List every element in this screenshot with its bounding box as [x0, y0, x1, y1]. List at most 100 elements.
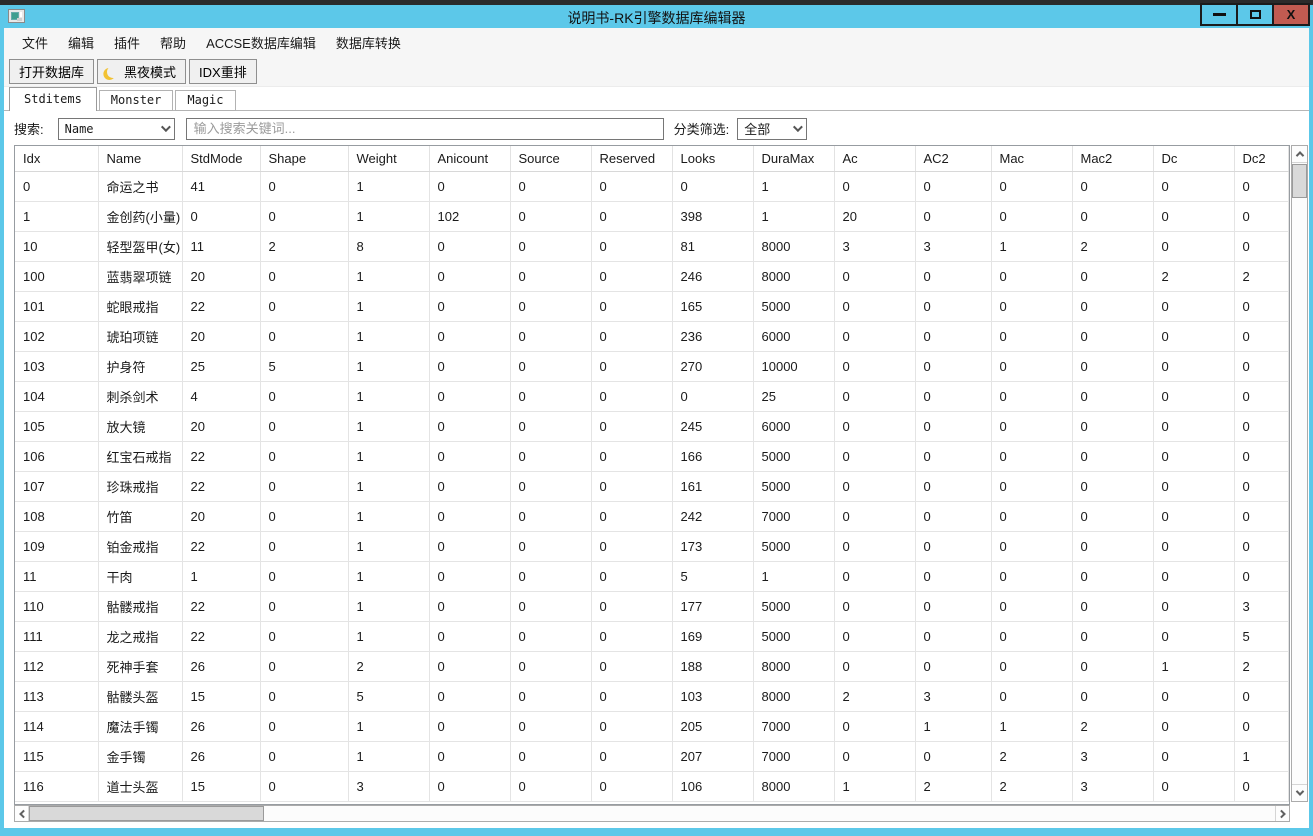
- cell[interactable]: 0: [834, 441, 915, 471]
- cell[interactable]: 0: [429, 771, 510, 801]
- cell[interactable]: 1: [182, 561, 260, 591]
- cell[interactable]: 1: [348, 741, 429, 771]
- cell[interactable]: 0: [1234, 681, 1288, 711]
- cell[interactable]: 0: [591, 591, 672, 621]
- cell[interactable]: 0: [834, 381, 915, 411]
- cell[interactable]: 6000: [753, 321, 834, 351]
- menu-edit[interactable]: 编辑: [58, 28, 104, 57]
- search-field-select[interactable]: Name: [58, 118, 175, 140]
- cell[interactable]: 0: [915, 411, 991, 441]
- cell[interactable]: 0: [510, 531, 591, 561]
- cell[interactable]: 0: [1153, 351, 1234, 381]
- cell[interactable]: 0: [1072, 621, 1153, 651]
- cell[interactable]: 110: [15, 591, 98, 621]
- column-header[interactable]: DuraMax: [753, 146, 834, 171]
- cell[interactable]: 0: [1153, 291, 1234, 321]
- cell[interactable]: 25: [182, 351, 260, 381]
- scroll-down-button[interactable]: [1292, 784, 1307, 801]
- cell[interactable]: 0: [834, 321, 915, 351]
- close-button[interactable]: X: [1272, 3, 1310, 26]
- cell[interactable]: 104: [15, 381, 98, 411]
- cell[interactable]: 8000: [753, 681, 834, 711]
- cell[interactable]: 0: [915, 741, 991, 771]
- cell[interactable]: 0: [182, 201, 260, 231]
- cell[interactable]: 20: [182, 261, 260, 291]
- cell[interactable]: 0: [1153, 621, 1234, 651]
- cell[interactable]: 骷髅戒指: [98, 591, 182, 621]
- cell[interactable]: 0: [15, 171, 98, 201]
- cell[interactable]: 0: [591, 291, 672, 321]
- cell[interactable]: 114: [15, 711, 98, 741]
- table-row[interactable]: 102琥珀项链20010002366000000000: [15, 321, 1288, 351]
- cell[interactable]: 1: [915, 711, 991, 741]
- cell[interactable]: 242: [672, 501, 753, 531]
- cell[interactable]: 1: [834, 771, 915, 801]
- cell[interactable]: 5000: [753, 531, 834, 561]
- cell[interactable]: 1: [348, 531, 429, 561]
- tab-monster[interactable]: Monster: [99, 90, 174, 111]
- cell[interactable]: 0: [510, 291, 591, 321]
- cell[interactable]: 0: [1153, 441, 1234, 471]
- cell[interactable]: 1: [348, 201, 429, 231]
- cell[interactable]: 5: [672, 561, 753, 591]
- cell[interactable]: 0: [915, 351, 991, 381]
- cell[interactable]: 蛇眼戒指: [98, 291, 182, 321]
- cell[interactable]: 1: [348, 381, 429, 411]
- cell[interactable]: 102: [429, 201, 510, 231]
- cell[interactable]: 放大镜: [98, 411, 182, 441]
- cell[interactable]: 22: [182, 531, 260, 561]
- cell[interactable]: 115: [15, 741, 98, 771]
- cell[interactable]: 0: [834, 741, 915, 771]
- cell[interactable]: 0: [510, 261, 591, 291]
- cell[interactable]: 26: [182, 651, 260, 681]
- cell[interactable]: 0: [429, 231, 510, 261]
- cell[interactable]: 0: [1072, 171, 1153, 201]
- cell[interactable]: 11: [182, 231, 260, 261]
- cell[interactable]: 0: [1234, 711, 1288, 741]
- cell[interactable]: 7000: [753, 501, 834, 531]
- cell[interactable]: 207: [672, 741, 753, 771]
- cell[interactable]: 0: [429, 321, 510, 351]
- cell[interactable]: 116: [15, 771, 98, 801]
- cell[interactable]: 109: [15, 531, 98, 561]
- cell[interactable]: 0: [1153, 591, 1234, 621]
- cell[interactable]: 166: [672, 441, 753, 471]
- scroll-left-button[interactable]: [15, 806, 29, 821]
- cell[interactable]: 0: [260, 591, 348, 621]
- table-row[interactable]: 108竹笛20010002427000000000: [15, 501, 1288, 531]
- cell[interactable]: 0: [591, 741, 672, 771]
- cell[interactable]: 1: [15, 201, 98, 231]
- cell[interactable]: 1: [348, 561, 429, 591]
- column-header[interactable]: StdMode: [182, 146, 260, 171]
- cell[interactable]: 0: [991, 261, 1072, 291]
- cell[interactable]: 0: [429, 741, 510, 771]
- cell[interactable]: 0: [1072, 261, 1153, 291]
- cell[interactable]: 25: [753, 381, 834, 411]
- cell[interactable]: 命运之书: [98, 171, 182, 201]
- cell[interactable]: 0: [991, 531, 1072, 561]
- cell[interactable]: 0: [510, 711, 591, 741]
- cell[interactable]: 0: [1072, 381, 1153, 411]
- cell[interactable]: 5000: [753, 291, 834, 321]
- cell[interactable]: 0: [1072, 651, 1153, 681]
- cell[interactable]: 龙之戒指: [98, 621, 182, 651]
- category-filter-select[interactable]: 全部: [737, 118, 807, 140]
- cell[interactable]: 10: [15, 231, 98, 261]
- table-row[interactable]: 111龙之戒指22010001695000000005: [15, 621, 1288, 651]
- cell[interactable]: 0: [1153, 711, 1234, 741]
- cell[interactable]: 22: [182, 441, 260, 471]
- table-row[interactable]: 104刺杀剑术401000025000000: [15, 381, 1288, 411]
- cell[interactable]: 3: [834, 231, 915, 261]
- cell[interactable]: 0: [1234, 441, 1288, 471]
- cell[interactable]: 0: [991, 321, 1072, 351]
- cell[interactable]: 22: [182, 471, 260, 501]
- cell[interactable]: 0: [591, 261, 672, 291]
- cell[interactable]: 0: [1234, 561, 1288, 591]
- table-row[interactable]: 11干肉10100051000000: [15, 561, 1288, 591]
- cell[interactable]: 5000: [753, 591, 834, 621]
- cell[interactable]: 2: [834, 681, 915, 711]
- cell[interactable]: 0: [915, 441, 991, 471]
- cell[interactable]: 8000: [753, 261, 834, 291]
- vertical-scrollbar[interactable]: [1291, 145, 1308, 802]
- cell[interactable]: 0: [991, 681, 1072, 711]
